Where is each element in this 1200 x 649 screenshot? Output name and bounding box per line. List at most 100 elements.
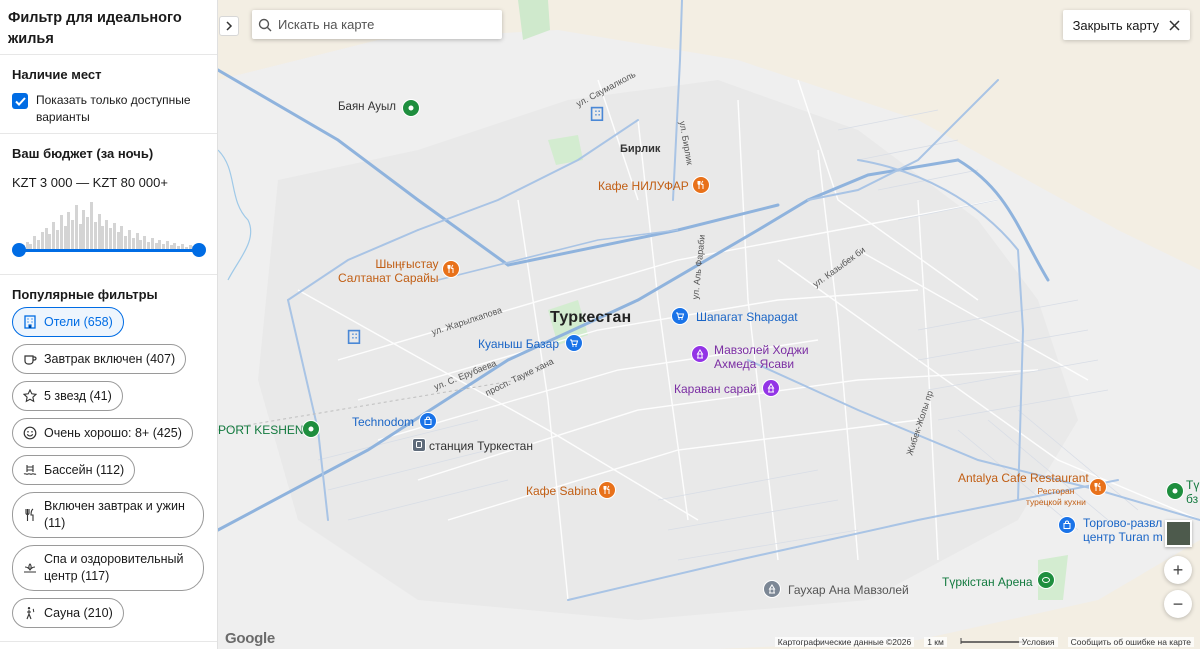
map-base-layer xyxy=(218,0,1200,649)
gauhar-poi[interactable] xyxy=(763,580,781,598)
shopping-bag-icon xyxy=(1063,520,1071,529)
filter-label: Сауна (210) xyxy=(44,605,113,620)
sport-poi[interactable] xyxy=(302,420,320,438)
kuanysh-poi[interactable] xyxy=(565,334,583,352)
mausoleum-poi[interactable] xyxy=(691,345,709,363)
park-pin-icon xyxy=(408,105,414,111)
satellite-view-toggle[interactable] xyxy=(1165,520,1192,547)
filter-pool[interactable]: Бассейн (112) xyxy=(12,455,136,485)
restaurant-icon xyxy=(603,485,610,494)
shapagat-poi[interactable] xyxy=(671,307,689,325)
close-map-button[interactable]: Закрыть карту xyxy=(1062,10,1190,40)
filter-label: Очень хорошо: 8+ (425) xyxy=(44,425,182,440)
checkmark-icon xyxy=(14,96,26,106)
map-search-box[interactable] xyxy=(252,10,502,39)
star-icon xyxy=(23,389,37,403)
budget-heading: Ваш бюджет (за ночь) xyxy=(12,146,154,161)
building-poi-1[interactable] xyxy=(588,104,606,122)
available-only-checkbox[interactable] xyxy=(12,93,28,109)
kuanysh-bazar-label: Куаныш Базар xyxy=(478,337,560,351)
cafe-sabina-label: Кафе Sabina xyxy=(526,484,597,498)
map-footer: Картографические данные ©2026 1 км Услов… xyxy=(218,635,1200,649)
filter-label: Бассейн (112) xyxy=(44,462,125,477)
filter-label: 5 звезд (41) xyxy=(44,388,112,403)
karavan-poi[interactable] xyxy=(762,379,780,397)
sport-label: PORT KESHENI xyxy=(218,423,307,437)
map-canvas[interactable]: Туркестан Бирлик Баян Ауыл Кафе НИЛУФАР … xyxy=(218,0,1200,649)
restaurant-icon xyxy=(697,180,704,189)
smiley-icon xyxy=(23,426,37,440)
availability-heading: Наличие мест xyxy=(12,67,102,82)
station-poi[interactable] xyxy=(412,438,426,452)
mausoleum-label: Мавзолей Ходжи Ахмеда Ясави xyxy=(714,343,809,371)
app-root: Фильтр для идеального жилья Наличие мест… xyxy=(0,0,1200,649)
collapse-sidebar-button[interactable] xyxy=(219,16,239,36)
stadium-icon xyxy=(1042,577,1050,583)
shapagat-label: Шапагат Shapagat xyxy=(696,310,798,324)
filter-label: Включен завтрак и ужин (11) xyxy=(44,499,185,530)
shyngystau-poi[interactable] xyxy=(442,260,460,278)
antalya-poi[interactable] xyxy=(1089,478,1107,496)
filter-sauna[interactable]: Сауна (210) xyxy=(12,598,124,628)
tv-line-2: бз xyxy=(1186,492,1199,506)
filter-breakfast-dinner[interactable]: Включен завтрак и ужин (11) xyxy=(12,492,204,538)
filter-spa[interactable]: Спа и оздоровительный центр (117) xyxy=(12,545,204,591)
station-label: станция Туркестан xyxy=(429,439,533,453)
city-label: Туркестан xyxy=(550,309,632,326)
cafe-nilufar-label: Кафе НИЛУФАР xyxy=(598,179,689,193)
shyngystau-line-1: Шыңғыстау xyxy=(375,257,439,271)
shopping-cart-icon xyxy=(676,312,685,320)
building-poi-2[interactable] xyxy=(345,327,363,345)
bayan-ayl-label: Баян Ауыл xyxy=(338,101,396,113)
filter-hotels[interactable]: Отели (658) xyxy=(12,307,124,337)
building-icon xyxy=(24,315,36,329)
turan-poi[interactable] xyxy=(1058,516,1076,534)
map-scale-label: 1 км xyxy=(924,637,947,647)
sidebar-title: Фильтр для идеального жилья xyxy=(0,0,217,55)
antalya-sub-line-1: Ресторан xyxy=(1037,486,1075,496)
arena-label: Түркістан Арена xyxy=(942,575,1033,589)
map-search-input[interactable] xyxy=(278,17,488,32)
map-report-link[interactable]: Сообщить об ошибке на карте xyxy=(1067,637,1194,647)
antalya-sub-line-2: турецкой кухни xyxy=(1026,497,1086,507)
filter-label: Завтрак включен (407) xyxy=(44,351,176,366)
cafe-nilufar-poi[interactable] xyxy=(692,176,710,194)
filter-very-good[interactable]: Очень хорошо: 8+ (425) xyxy=(12,418,193,448)
popular-filters-heading: Популярные фильтры xyxy=(12,287,158,302)
pool-icon xyxy=(23,465,37,475)
zoom-in-button[interactable]: + xyxy=(1164,556,1192,584)
map-terms-link[interactable]: Условия xyxy=(1018,637,1058,647)
plus-icon: + xyxy=(1172,559,1184,580)
sauna-icon xyxy=(26,607,35,620)
technodom-poi[interactable] xyxy=(419,412,437,430)
slider-max-handle[interactable] xyxy=(192,243,206,257)
tv-poi[interactable] xyxy=(1166,482,1184,500)
chevron-right-icon xyxy=(226,21,233,31)
bayan-poi[interactable] xyxy=(402,99,420,117)
available-only-label: Показать только доступные варианты xyxy=(36,93,191,124)
karavan-label: Караван сарай xyxy=(674,382,757,396)
zoom-out-button[interactable]: − xyxy=(1164,590,1192,618)
budget-range-text: KZT 3 000 — KZT 80 000+ xyxy=(12,175,168,190)
close-map-label: Закрыть карту xyxy=(1072,17,1159,33)
filter-sidebar: Фильтр для идеального жилья Наличие мест… xyxy=(0,0,218,649)
next-section-heading: П xyxy=(0,642,217,649)
slider-min-handle[interactable] xyxy=(12,243,26,257)
coffee-cup-icon xyxy=(24,355,37,365)
arena-poi[interactable] xyxy=(1037,571,1055,589)
filter-5-stars[interactable]: 5 звезд (41) xyxy=(12,381,123,411)
map-copyright: Картографические данные ©2026 xyxy=(774,637,915,647)
landmark-icon xyxy=(768,584,776,594)
antalya-sub-label: Ресторан турецкой кухни xyxy=(1026,486,1086,508)
landmark-icon xyxy=(696,349,704,359)
tv-line-1: Тү xyxy=(1186,478,1200,492)
birlik-label: Бирлик xyxy=(620,143,661,155)
shyngystau-label: Шыңғыстау Салтанат Сарайы xyxy=(338,257,439,285)
availability-section: Наличие мест Показать только доступные в… xyxy=(0,55,217,134)
price-slider[interactable] xyxy=(12,243,206,257)
cafe-sabina-poi[interactable] xyxy=(598,481,616,499)
filter-label: Отели (658) xyxy=(44,314,113,329)
filter-breakfast[interactable]: Завтрак включен (407) xyxy=(12,344,187,374)
turan-line-1: Торгово-развл xyxy=(1083,516,1163,530)
available-only-option[interactable]: Показать только доступные варианты xyxy=(12,92,205,126)
